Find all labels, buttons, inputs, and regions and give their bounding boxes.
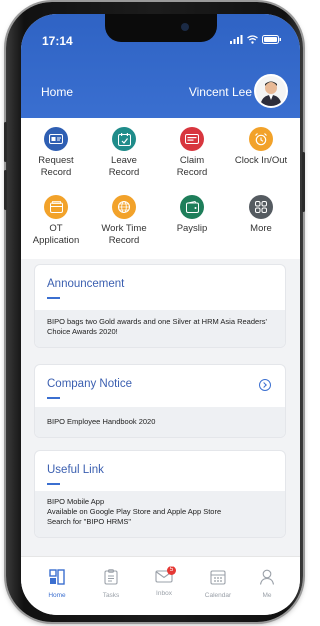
company-notice-body: BIPO Employee Handbook 2020 — [35, 407, 285, 437]
tab-tasks[interactable]: Tasks — [89, 569, 133, 599]
globe-icon — [112, 195, 136, 219]
power-button — [302, 152, 305, 212]
useful-link-line: BIPO Mobile App — [47, 497, 105, 506]
quick-actions-panel: Request Record Leave Record Claim Record Cl… — [21, 118, 300, 259]
quick-action-clock-in-out[interactable]: Clock In/Out — [226, 127, 296, 167]
signal-icon — [230, 35, 243, 44]
grid-icon — [249, 195, 273, 219]
quick-action-work-time-record[interactable]: Work Time Record — [92, 195, 156, 247]
tab-label: Inbox — [156, 590, 172, 597]
quick-action-label: Clock In/Out — [234, 155, 288, 166]
quick-action-ot-application[interactable]: OT Application — [24, 195, 88, 247]
useful-link-card[interactable]: Useful Link BIPO Mobile App Available on… — [34, 450, 286, 538]
inbox-badge: 5 — [167, 566, 176, 575]
wifi-icon — [247, 35, 258, 44]
quick-action-label: Application — [32, 235, 80, 246]
calendar-clock-icon — [112, 127, 136, 151]
clipboard-icon — [104, 569, 118, 585]
useful-link-line: Search for "BIPO HRMS" — [47, 517, 132, 526]
tab-inbox[interactable]: 5 Inbox — [142, 566, 186, 597]
tab-label: Me — [262, 592, 272, 599]
quick-action-claim-record[interactable]: Claim Record — [160, 127, 224, 179]
useful-link-line: Available on Google Play Store and Apple… — [47, 507, 222, 516]
announcement-body: BIPO bags two Gold awards and one Silver… — [35, 310, 285, 347]
user-name[interactable]: Vincent Lee — [189, 85, 252, 99]
camera-icon — [181, 23, 189, 31]
quick-action-label: OT — [49, 223, 63, 234]
announcement-card[interactable]: Announcement BIPO bags two Gold awards a… — [34, 264, 286, 348]
tab-me[interactable]: Me — [245, 569, 289, 599]
quick-action-label: Record — [108, 167, 140, 178]
folder-icon — [44, 195, 68, 219]
avatar[interactable] — [254, 74, 288, 108]
tab-label: Tasks — [102, 592, 120, 599]
tab-home[interactable]: Home — [35, 569, 79, 599]
page-title: Home — [41, 85, 74, 99]
quick-action-label: Payslip — [176, 223, 208, 234]
receipt-icon — [180, 127, 204, 151]
title-underline — [47, 297, 60, 299]
tab-label: Home — [48, 592, 66, 599]
avatar-image — [256, 76, 286, 106]
notch — [105, 14, 217, 42]
quick-action-leave-record[interactable]: Leave Record — [92, 127, 156, 179]
quick-action-label: Record — [40, 167, 72, 178]
quick-action-more[interactable]: More — [229, 195, 293, 235]
home-icon — [49, 569, 65, 585]
quick-action-label: Request — [38, 155, 74, 166]
volume-up-button — [4, 122, 7, 162]
id-card-icon — [44, 127, 68, 151]
volume-down-button — [4, 170, 7, 210]
quick-action-label: Record — [108, 235, 140, 246]
status-time: 17:14 — [42, 34, 73, 48]
title-underline — [47, 483, 60, 485]
app-header: 17:14 Home Vincent Lee — [21, 14, 300, 118]
bottom-tab-bar: Home Tasks 5 Inbox Calendar Me — [21, 556, 300, 615]
phone-frame: 17:14 Home Vincent Lee Request Record Le… — [4, 2, 305, 622]
announcement-title: Announcement — [47, 278, 125, 290]
company-notice-card[interactable]: Company Notice BIPO Employee Handbook 20… — [34, 364, 286, 438]
wallet-icon — [180, 195, 204, 219]
status-icons — [230, 35, 282, 44]
calendar-icon — [210, 570, 226, 585]
battery-icon — [262, 35, 281, 44]
quick-action-label: Claim — [179, 155, 205, 166]
quick-action-label: Record — [176, 167, 208, 178]
tab-calendar[interactable]: Calendar — [196, 569, 240, 599]
tab-label: Calendar — [204, 592, 232, 599]
quick-action-label: More — [250, 223, 272, 234]
company-notice-title: Company Notice — [47, 378, 133, 390]
chevron-right-circle-icon[interactable] — [259, 379, 271, 391]
person-icon — [259, 569, 275, 585]
alarm-clock-icon — [249, 127, 273, 151]
phone-screen: 17:14 Home Vincent Lee Request Record Le… — [21, 14, 300, 615]
quick-action-payslip[interactable]: Payslip — [160, 195, 224, 235]
title-underline — [47, 397, 60, 399]
quick-action-request-record[interactable]: Request Record — [24, 127, 88, 179]
useful-link-body: BIPO Mobile App Available on Google Play… — [35, 491, 285, 537]
quick-action-label: Work Time — [101, 223, 147, 234]
useful-link-title: Useful Link — [47, 464, 104, 476]
quick-action-label: Leave — [111, 155, 137, 166]
